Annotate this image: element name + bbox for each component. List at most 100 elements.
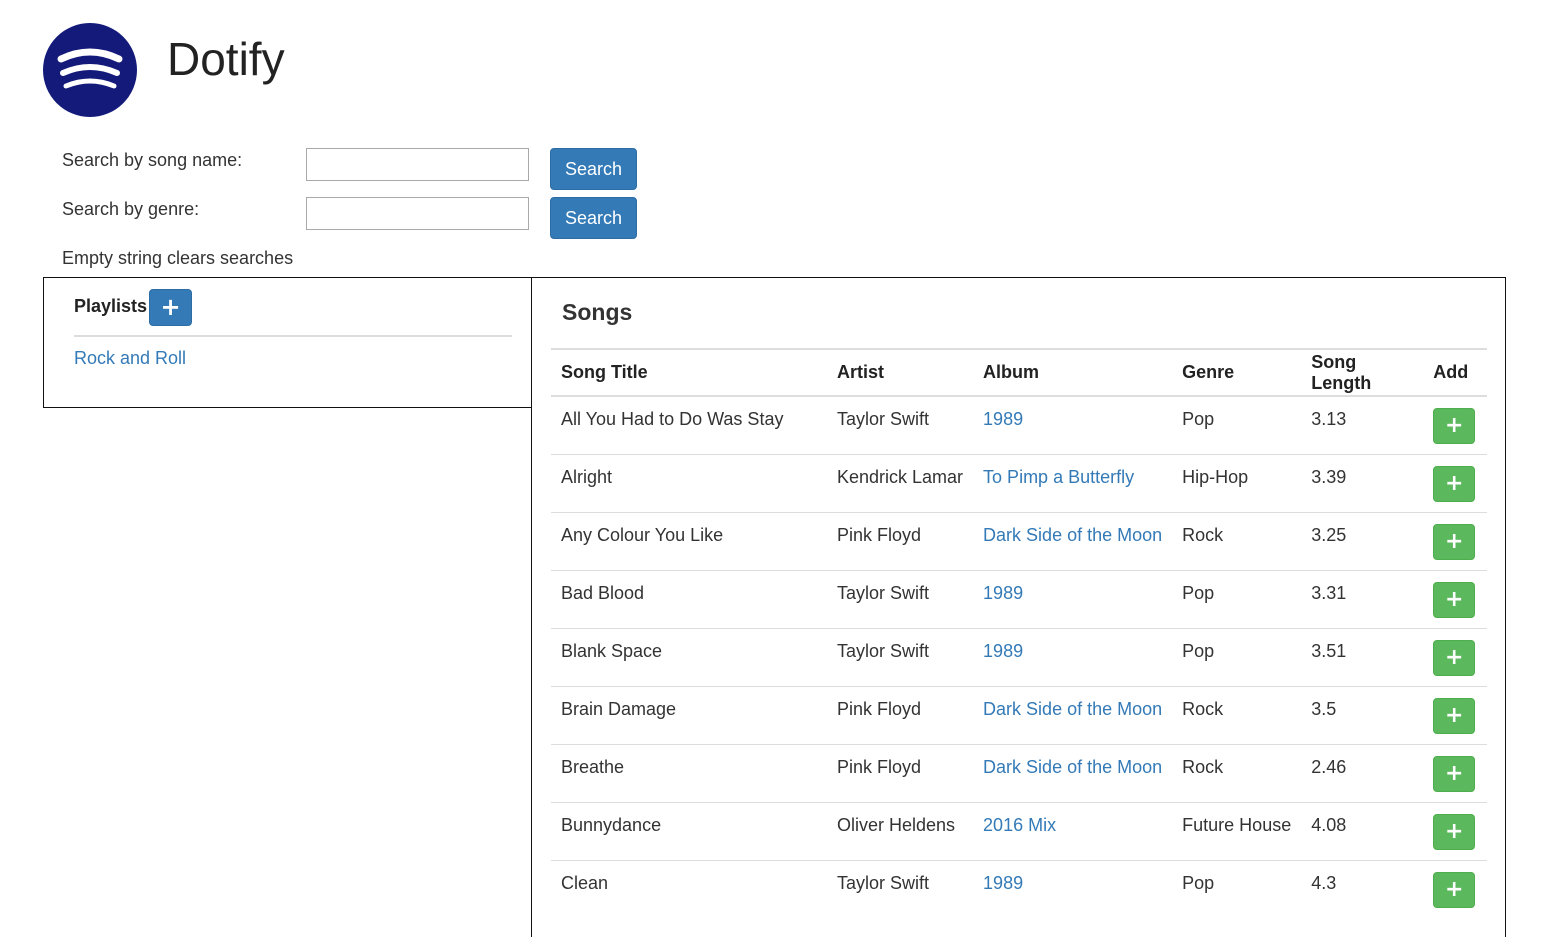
songs-title: Songs (562, 299, 633, 325)
artist-cell: Kendrick Lamar (826, 454, 974, 513)
album-link[interactable]: 1989 (983, 641, 1023, 661)
add-song-button[interactable]: + (1433, 755, 1476, 792)
album-link[interactable]: To Pimp a Butterfly (983, 467, 1134, 487)
album-link[interactable]: Dark Side of the Moon (983, 525, 1162, 545)
song-title-cell: Bunnydance (551, 802, 827, 861)
songs-header-row: Song Title Artist Album Genre Song Lengt… (551, 348, 1487, 397)
artist-cell: Taylor Swift (826, 628, 974, 687)
plus-icon: + (1444, 644, 1464, 670)
album-cell: 1989 (973, 570, 1173, 629)
add-cell: + (1423, 512, 1487, 571)
songs-table: Song Title Artist Album Genre Song Lengt… (551, 348, 1487, 918)
album-link[interactable]: 2016 Mix (983, 815, 1056, 835)
add-cell: + (1423, 802, 1487, 861)
column-header-artist: Artist (826, 348, 974, 397)
song-length-cell: 4.08 (1301, 802, 1424, 861)
add-playlist-button[interactable]: + (149, 289, 192, 326)
album-cell: 1989 (973, 396, 1173, 455)
album-cell: Dark Side of the Moon (973, 686, 1173, 745)
album-cell: 1989 (973, 628, 1173, 687)
song-title-cell: Bad Blood (551, 570, 827, 629)
album-cell: 1989 (973, 860, 1172, 918)
add-song-button[interactable]: + (1433, 581, 1476, 618)
song-title-cell: Breathe (551, 744, 827, 803)
song-length-cell: 3.39 (1301, 454, 1424, 513)
plus-icon: + (1444, 702, 1464, 728)
playlist-item-rock-and-roll[interactable]: Rock and Roll (74, 348, 186, 369)
add-song-button[interactable]: + (1433, 639, 1476, 676)
playlists-panel: Playlists + Rock and Roll (43, 277, 532, 408)
plus-icon: + (1444, 818, 1464, 844)
artist-cell: Taylor Swift (826, 396, 974, 455)
playlists-header: Playlists + (74, 289, 512, 337)
genre-search-input[interactable] (306, 197, 529, 230)
search-hint: Empty string clears searches (62, 248, 294, 268)
artist-cell: Pink Floyd (826, 686, 974, 745)
song-length-cell: 3.5 (1301, 686, 1424, 745)
add-song-button[interactable]: + (1433, 465, 1476, 502)
song-title-cell: All You Had to Do Was Stay (551, 396, 827, 455)
add-song-button[interactable]: + (1433, 697, 1476, 734)
song-length-cell: 3.25 (1301, 512, 1424, 571)
song-search-input[interactable] (306, 148, 529, 181)
song-title-cell: Alright (551, 454, 827, 513)
artist-cell: Pink Floyd (826, 512, 974, 571)
column-header-album: Album (973, 348, 1173, 397)
column-header-song-length: Song Length (1301, 348, 1424, 397)
song-length-cell: 4.3 (1311, 872, 1337, 893)
column-header-add: Add (1423, 348, 1487, 397)
dotify-logo-icon (43, 23, 137, 117)
album-link[interactable]: 1989 (983, 409, 1023, 429)
genre-cell: Pop (1172, 396, 1302, 455)
song-title-cell: Any Colour You Like (551, 512, 827, 571)
plus-icon: + (160, 293, 181, 321)
song-length-cell: 3.13 (1301, 396, 1424, 455)
artist-cell: Pink Floyd (826, 744, 974, 803)
add-song-button[interactable]: + (1433, 871, 1476, 908)
genre-search-button[interactable]: Search (550, 197, 637, 239)
add-song-button[interactable]: + (1433, 813, 1476, 850)
song-length-cell: 3.31 (1301, 570, 1424, 629)
genre-cell: Hip-Hop (1172, 454, 1302, 513)
album-link[interactable]: 1989 (983, 583, 1023, 603)
song-search-label: Search by song name: (62, 150, 243, 170)
genre-cell: Pop (1172, 570, 1302, 629)
album-link[interactable]: 1989 (983, 873, 1023, 893)
artist-cell: Oliver Heldens (826, 802, 974, 861)
artist-cell: Taylor Swift (836, 872, 930, 893)
add-cell: + (1423, 396, 1487, 455)
table-row: Breathe Pink Floyd Dark Side of the Moon Ro… (551, 744, 1487, 803)
song-title-cell: Clean (561, 872, 609, 893)
plus-icon: + (1444, 876, 1464, 902)
column-header-genre: Genre (1172, 348, 1302, 397)
add-cell: + (1423, 454, 1487, 513)
genre-cell: Future House (1172, 802, 1302, 861)
table-row: All You Had to Do Was Stay Taylor Swift 19… (551, 396, 1487, 455)
genre-search-label: Search by genre: (62, 199, 200, 219)
plus-icon: + (1444, 528, 1464, 554)
album-link[interactable]: Dark Side of the Moon (983, 699, 1162, 719)
plus-icon: + (1444, 470, 1464, 496)
genre-cell: Rock (1172, 512, 1302, 571)
genre-cell: Rock (1172, 686, 1302, 745)
playlists-title: Playlists (74, 296, 148, 316)
album-cell: Dark Side of the Moon (973, 744, 1173, 803)
table-row: Brain Damage Pink Floyd Dark Side of the M… (551, 686, 1487, 745)
song-search-button[interactable]: Search (550, 148, 637, 190)
song-length-cell: 3.51 (1301, 628, 1424, 687)
add-song-button[interactable]: + (1433, 408, 1476, 444)
add-cell: + (1423, 860, 1487, 918)
song-length-cell: 2.46 (1301, 744, 1424, 803)
table-row: Alright Kendrick Lamar To Pimp a Butterfly… (551, 454, 1487, 513)
genre-cell: Rock (1172, 744, 1302, 803)
song-title-cell: Blank Space (551, 628, 827, 687)
add-cell: + (1423, 628, 1487, 687)
album-cell: Dark Side of the Moon (973, 512, 1173, 571)
album-cell: 2016 Mix (973, 802, 1173, 861)
add-song-button[interactable]: + (1433, 523, 1476, 560)
genre-cell: Pop (1182, 872, 1215, 893)
table-row: Clean Taylor Swift 1989 Pop 4.3 + (551, 860, 1487, 918)
album-link[interactable]: Dark Side of the Moon (983, 757, 1162, 777)
column-header-song-title: Song Title (551, 348, 827, 397)
table-row: Bunnydance Oliver Heldens 2016 Mix Future H… (551, 802, 1487, 861)
